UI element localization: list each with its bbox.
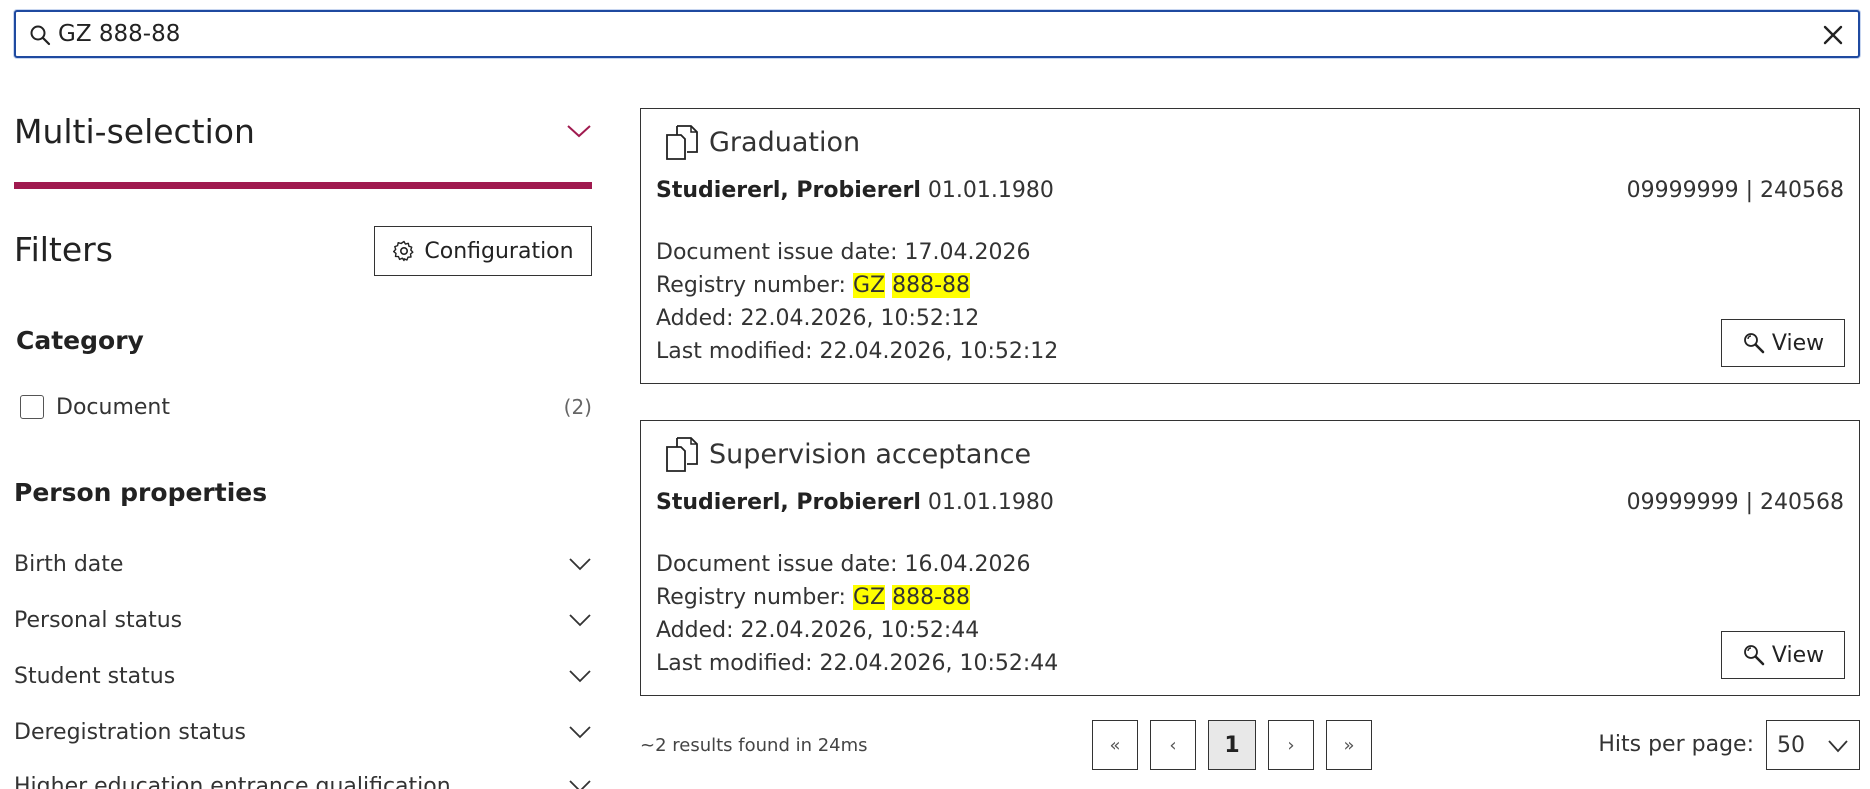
chevron-down-icon (569, 726, 591, 739)
pagination: « ‹ 1 › » (1092, 720, 1372, 770)
filter-birth-date[interactable]: Birth date (14, 546, 592, 582)
configuration-button[interactable]: Configuration (374, 226, 592, 276)
filter-deregistration-status[interactable]: Deregistration status (14, 714, 592, 750)
person-name: Studiererl, Probiererl (656, 490, 921, 515)
view-label: View (1771, 642, 1825, 668)
registry-highlight: 888-88 (892, 273, 971, 298)
next-page-button[interactable]: › (1268, 720, 1314, 770)
hits-per-page-value: 50 (1777, 732, 1805, 758)
filter-label: Personal status (14, 607, 183, 633)
zoom-in-icon (1743, 645, 1765, 666)
chevron-down-icon (569, 558, 591, 571)
person-info: Studiererl, Probiererl 01.01.1980 (656, 490, 1054, 515)
category-item-document[interactable]: Document (2) (20, 392, 592, 422)
view-button[interactable]: View (1721, 319, 1845, 367)
registry-number: Registry number: GZ 888-88 (656, 269, 1058, 302)
registry-label: Registry number: (656, 585, 846, 610)
person-ids: 09999999 | 240568 (1626, 178, 1844, 203)
category-item-count: (2) (563, 395, 592, 419)
issue-date: Document issue date: 17.04.2026 (656, 240, 1031, 265)
category-title: Category (16, 326, 144, 355)
person-properties-title: Person properties (14, 478, 268, 507)
zoom-in-icon (1743, 333, 1765, 354)
result-meta: Document issue date: 16.04.2026 Registry… (656, 548, 1058, 680)
person-birth-date: 01.01.1980 (927, 178, 1054, 203)
filter-label: Student status (14, 663, 176, 689)
close-icon[interactable] (1820, 22, 1846, 48)
hits-per-page-select[interactable]: 50 (1766, 720, 1860, 770)
registry-highlight: 888-88 (892, 585, 971, 610)
person-birth-date: 01.01.1980 (927, 490, 1054, 515)
modified-date: Last modified: 22.04.2026, 10:52:12 (656, 339, 1059, 364)
multiselection-title[interactable]: Multi-selection (14, 112, 255, 151)
view-button[interactable]: View (1721, 631, 1845, 679)
filters-title: Filters (14, 230, 113, 269)
search-input[interactable] (58, 18, 1778, 50)
result-title[interactable]: Supervision acceptance (709, 439, 1031, 470)
configuration-label: Configuration (424, 238, 574, 264)
registry-highlight: GZ (852, 585, 886, 610)
person-name: Studiererl, Probiererl (656, 178, 921, 203)
documents-icon (666, 125, 698, 160)
registry-label: Registry number: (656, 273, 846, 298)
filter-label: Higher education entrance qualification (14, 773, 451, 789)
chevron-down-icon (569, 614, 591, 627)
first-page-button[interactable]: « (1092, 720, 1138, 770)
category-item-label: Document (56, 394, 170, 420)
gear-icon (393, 240, 414, 262)
added-date: Added: 22.04.2026, 10:52:12 (656, 306, 980, 331)
document-checkbox[interactable] (20, 395, 44, 419)
hits-per-page-label: Hits per page: (1598, 732, 1754, 757)
filter-student-status[interactable]: Student status (14, 658, 592, 694)
modified-date: Last modified: 22.04.2026, 10:52:44 (656, 651, 1059, 676)
filter-label: Deregistration status (14, 719, 246, 745)
result-meta: Document issue date: 17.04.2026 Registry… (656, 236, 1058, 368)
search-bar (14, 10, 1860, 58)
chevron-down-icon[interactable] (566, 122, 592, 140)
registry-number: Registry number: GZ 888-88 (656, 581, 1058, 614)
filter-personal-status[interactable]: Personal status (14, 602, 592, 638)
view-label: View (1771, 330, 1825, 356)
added-date: Added: 22.04.2026, 10:52:44 (656, 618, 980, 643)
last-page-button[interactable]: » (1326, 720, 1372, 770)
result-title[interactable]: Graduation (709, 127, 860, 158)
documents-icon (666, 437, 698, 472)
prev-page-button[interactable]: ‹ (1150, 720, 1196, 770)
filter-higher-education-entrance-qualification[interactable]: Higher education entrance qualification (14, 768, 592, 789)
result-card: Graduation Studiererl, Probiererl 01.01.… (640, 108, 1860, 384)
search-icon (30, 25, 51, 46)
multiselection-divider (14, 182, 592, 189)
result-card: Supervision acceptance Studiererl, Probi… (640, 420, 1860, 696)
registry-highlight: GZ (852, 273, 886, 298)
chevron-down-icon (569, 780, 591, 789)
person-ids: 09999999 | 240568 (1626, 490, 1844, 515)
issue-date: Document issue date: 16.04.2026 (656, 552, 1031, 577)
person-info: Studiererl, Probiererl 01.01.1980 (656, 178, 1054, 203)
chevron-down-icon (1828, 740, 1848, 753)
filter-label: Birth date (14, 551, 124, 577)
results-footer: ~2 results found in 24ms « ‹ 1 › » Hits … (640, 718, 1860, 772)
results-count: ~2 results found in 24ms (640, 735, 868, 756)
page-1-button[interactable]: 1 (1208, 720, 1256, 770)
chevron-down-icon (569, 670, 591, 683)
